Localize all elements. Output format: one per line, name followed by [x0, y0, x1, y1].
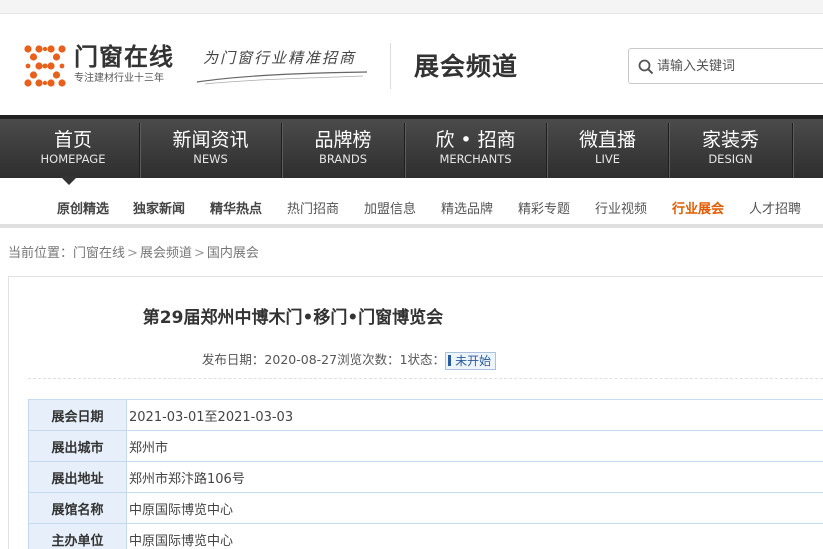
subnav-original[interactable]: 原创精选 — [57, 198, 109, 217]
nav-label-cn: 品牌榜 — [314, 129, 372, 151]
exhibition-info-table: 展会日期 2021-03-01至2021-03-03 展出城市 郑州市 展出地址… — [28, 399, 823, 549]
nav-label-cn: 微直播 — [578, 129, 636, 151]
info-label: 展会日期 — [28, 399, 127, 431]
nav-label-cn: 新闻资讯 — [172, 129, 249, 151]
table-row: 展会日期 2021-03-01至2021-03-03 — [28, 399, 823, 431]
subnav-hot-merchants[interactable]: 热门招商 — [287, 198, 339, 217]
breadcrumb-separator: > — [127, 246, 138, 261]
table-row: 展出城市 郑州市 — [28, 430, 823, 462]
search-box — [628, 48, 823, 84]
search-input[interactable] — [657, 56, 817, 76]
nav-label-cn: 首页 — [53, 129, 92, 151]
publish-date: 2020-08-27 — [264, 352, 338, 367]
site-header: 门窗在线 专注建材行业十三年 为门窗行业精准招商 展会频道 — [0, 15, 823, 115]
status-text: 未开始 — [455, 353, 492, 368]
breadcrumb-separator: > — [193, 246, 205, 261]
nav-label-en: LIVE — [595, 152, 620, 166]
subnav-specials[interactable]: 精彩专题 — [518, 198, 570, 217]
nav-label-cn: 欣 • 招商 — [435, 129, 516, 151]
nav-design[interactable]: 家装秀 DESIGN — [669, 119, 792, 178]
sub-nav: 原创精选 独家新闻 精华热点 热门招商 加盟信息 精选品牌 精彩专题 行业视频 … — [0, 178, 823, 228]
logo-mark-icon — [24, 45, 66, 87]
top-strip — [0, 0, 823, 14]
site-logo[interactable]: 门窗在线 专注建材行业十三年 — [22, 43, 174, 89]
info-label: 展出地址 — [28, 461, 127, 493]
logo-name: 门窗在线 — [74, 43, 174, 71]
nav-separator — [792, 123, 793, 178]
logo-subtitle: 专注建材行业十三年 — [74, 73, 164, 84]
table-row: 主办单位 中原国际博览中心 — [28, 523, 823, 549]
slogan-text: 为门窗行业精准招商 — [203, 49, 357, 67]
table-row: 展出地址 郑州市郑汴路106号 — [28, 461, 823, 493]
info-value: 郑州市 — [126, 430, 823, 462]
subnav-brands[interactable]: 精选品牌 — [441, 198, 493, 217]
nav-brands[interactable]: 品牌榜 BRANDS — [282, 119, 404, 178]
breadcrumb-prefix: 当前位置： — [8, 246, 74, 261]
subnav-exhibitions[interactable]: 行业展会 — [672, 198, 724, 217]
nav-label-cn: 家装秀 — [701, 129, 759, 151]
subnav-franchise[interactable]: 加盟信息 — [364, 198, 416, 217]
info-label: 主办单位 — [28, 523, 127, 549]
nav-label-en: DESIGN — [708, 152, 753, 166]
breadcrumb-channel[interactable]: 展会频道 — [140, 246, 192, 261]
info-value: 中原国际博览中心 — [126, 523, 823, 549]
info-label: 展馆名称 — [28, 492, 127, 524]
slogan-swoosh-icon — [196, 71, 368, 85]
slogan: 为门窗行业精准招商 — [195, 47, 370, 87]
breadcrumb: 当前位置：门窗在线 > 展会频道 > 国内展会 — [8, 242, 259, 261]
nav-merchants[interactable]: 欣 • 招商 MERCHANTS — [405, 119, 546, 178]
status-label: 状态： — [407, 352, 446, 367]
nav-label-en: MERCHANTS — [439, 152, 512, 166]
nav-label-en: BRANDS — [318, 152, 368, 166]
info-value: 2021-03-01至2021-03-03 — [126, 399, 823, 431]
nav-news[interactable]: 新闻资讯 NEWS — [140, 119, 281, 178]
info-value: 中原国际博览中心 — [126, 492, 823, 524]
subnav-hot-topics[interactable]: 精华热点 — [210, 198, 262, 217]
info-value: 郑州市郑汴路106号 — [126, 461, 823, 493]
nav-homepage[interactable]: 首页 HOMEPAGE — [8, 119, 138, 178]
publish-label: 发布日期： — [201, 352, 265, 367]
main-nav: 首页 HOMEPAGE 新闻资讯 NEWS 品牌榜 BRANDS 欣 • 招商 … — [0, 115, 823, 178]
status-badge: 未开始 — [445, 351, 497, 370]
page: 门窗在线 专注建材行业十三年 为门窗行业精准招商 展会频道 首页 HOMEPAG… — [0, 0, 823, 549]
nav-label-en: HOMEPAGE — [40, 152, 106, 166]
search-icon[interactable] — [637, 58, 655, 76]
views-label: 浏览次数： — [337, 352, 400, 367]
nav-label-en: NEWS — [193, 152, 228, 166]
header-divider — [390, 43, 391, 89]
subnav-videos[interactable]: 行业视频 — [595, 198, 647, 217]
subnav-jobs[interactable]: 人才招聘 — [749, 198, 801, 217]
nav-live[interactable]: 微直播 LIVE — [547, 119, 668, 178]
info-label: 展出城市 — [28, 430, 127, 462]
subnav-exclusive-news[interactable]: 独家新闻 — [133, 198, 185, 217]
breadcrumb-home[interactable]: 门窗在线 — [73, 246, 125, 261]
page-title: 第29届郑州中博木门•移门•门窗博览会 — [142, 308, 444, 328]
breadcrumb-category[interactable]: 国内展会 — [207, 246, 259, 261]
meta-divider — [28, 378, 823, 379]
channel-title: 展会频道 — [414, 52, 519, 81]
views-count: 1 — [399, 352, 408, 367]
table-row: 展馆名称 中原国际博览中心 — [28, 492, 823, 524]
status-bar-icon — [448, 354, 452, 366]
nav-active-arrow-icon — [60, 176, 78, 185]
article-meta: 发布日期：2020-08-27浏览次数：1状态： 未开始 — [0, 349, 823, 370]
